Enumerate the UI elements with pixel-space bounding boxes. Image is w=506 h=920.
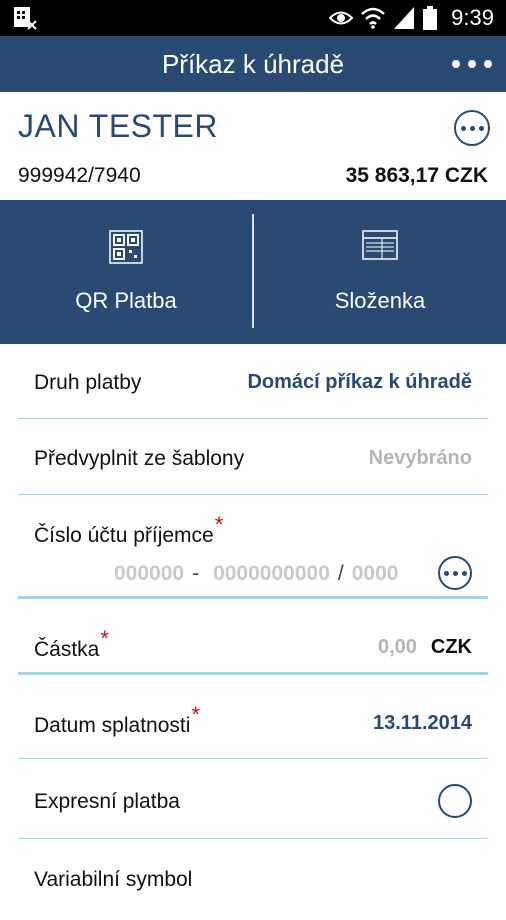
due-date-label: Datum splatnosti <box>34 714 191 737</box>
due-date-value[interactable]: 13.11.2014 <box>373 712 472 735</box>
amount-input[interactable]: 0,00 <box>378 636 417 658</box>
payment-type-label: Druh platby <box>34 371 142 394</box>
app-bar: Příkaz k úhradě <box>0 36 506 92</box>
amount-currency[interactable]: CZK <box>431 636 472 658</box>
account-options-icon[interactable] <box>454 110 490 146</box>
wifi-icon <box>361 7 386 29</box>
recipient-account-label: Číslo účtu příjemce <box>34 524 214 547</box>
recipient-account-label-wrap: Číslo účtu příjemce* <box>34 512 223 548</box>
required-marker: * <box>214 512 224 537</box>
battery-icon <box>423 6 438 30</box>
eye-icon <box>329 11 354 25</box>
account-holder-name: JAN TESTER <box>18 108 218 144</box>
template-row[interactable]: Předvyplnit ze šablony Nevybráno <box>18 420 488 495</box>
status-bar: 9:39 <box>0 0 506 36</box>
variable-symbol-row[interactable]: Variabilní symbol <box>18 840 488 920</box>
amount-value-wrap: 0,00 CZK <box>378 636 472 659</box>
prefix-separator: - <box>192 562 200 585</box>
recipient-account-fields: 000000 - 0000000000 / 0000 <box>114 562 398 586</box>
payment-type-value[interactable]: Domácí příkaz k úhradě <box>247 371 472 394</box>
recipient-account-row: Číslo účtu příjemce* 000000 - 0000000000… <box>18 496 488 599</box>
template-label: Předvyplnit ze šablony <box>34 447 245 470</box>
express-payment-toggle[interactable] <box>438 784 472 818</box>
account-number: 999942/7940 <box>18 164 141 187</box>
account-lookup-icon[interactable] <box>438 556 472 590</box>
required-marker: * <box>100 626 109 651</box>
required-marker: * <box>191 702 200 727</box>
page-title: Příkaz k úhradě <box>161 49 345 79</box>
account-header: JAN TESTER 999942/7940 35 863,17 CZK <box>0 92 506 200</box>
more-horizontal-icon[interactable] <box>452 50 492 78</box>
account-number-input[interactable]: 0000000000 <box>213 562 330 586</box>
qr-payment-label: QR Platba <box>75 288 177 313</box>
qr-code-icon <box>109 230 143 264</box>
amount-label-wrap: Částka* <box>34 626 109 662</box>
payment-type-row[interactable]: Druh platby Domácí příkaz k úhradě <box>18 344 488 419</box>
payment-actions: QR Platba Složenka <box>0 200 506 344</box>
account-balance: 35 863,17 CZK <box>345 164 488 187</box>
status-time: 9:39 <box>451 5 494 30</box>
amount-row: Částka* 0,00 CZK <box>18 598 488 675</box>
qr-payment-button[interactable]: QR Platba <box>0 200 252 344</box>
due-date-label-wrap: Datum splatnosti* <box>34 702 200 738</box>
due-date-row[interactable]: Datum splatnosti* 13.11.2014 <box>18 674 488 759</box>
bank-code-separator: / <box>337 562 344 585</box>
bank-code-input[interactable]: 0000 <box>352 562 399 586</box>
amount-label: Částka <box>34 638 100 661</box>
account-prefix-input[interactable]: 000000 <box>114 562 184 586</box>
payment-slip-label: Složenka <box>334 288 426 313</box>
payment-slip-button[interactable]: Složenka <box>254 200 506 344</box>
express-payment-label: Expresní platba <box>34 790 180 813</box>
signal-icon <box>394 7 415 29</box>
variable-symbol-label: Variabilní symbol <box>34 868 193 891</box>
payment-slip-icon <box>362 230 398 260</box>
template-value[interactable]: Nevybráno <box>369 447 472 470</box>
sim-card-icon <box>14 7 37 30</box>
express-payment-row: Expresní platba <box>18 760 488 839</box>
